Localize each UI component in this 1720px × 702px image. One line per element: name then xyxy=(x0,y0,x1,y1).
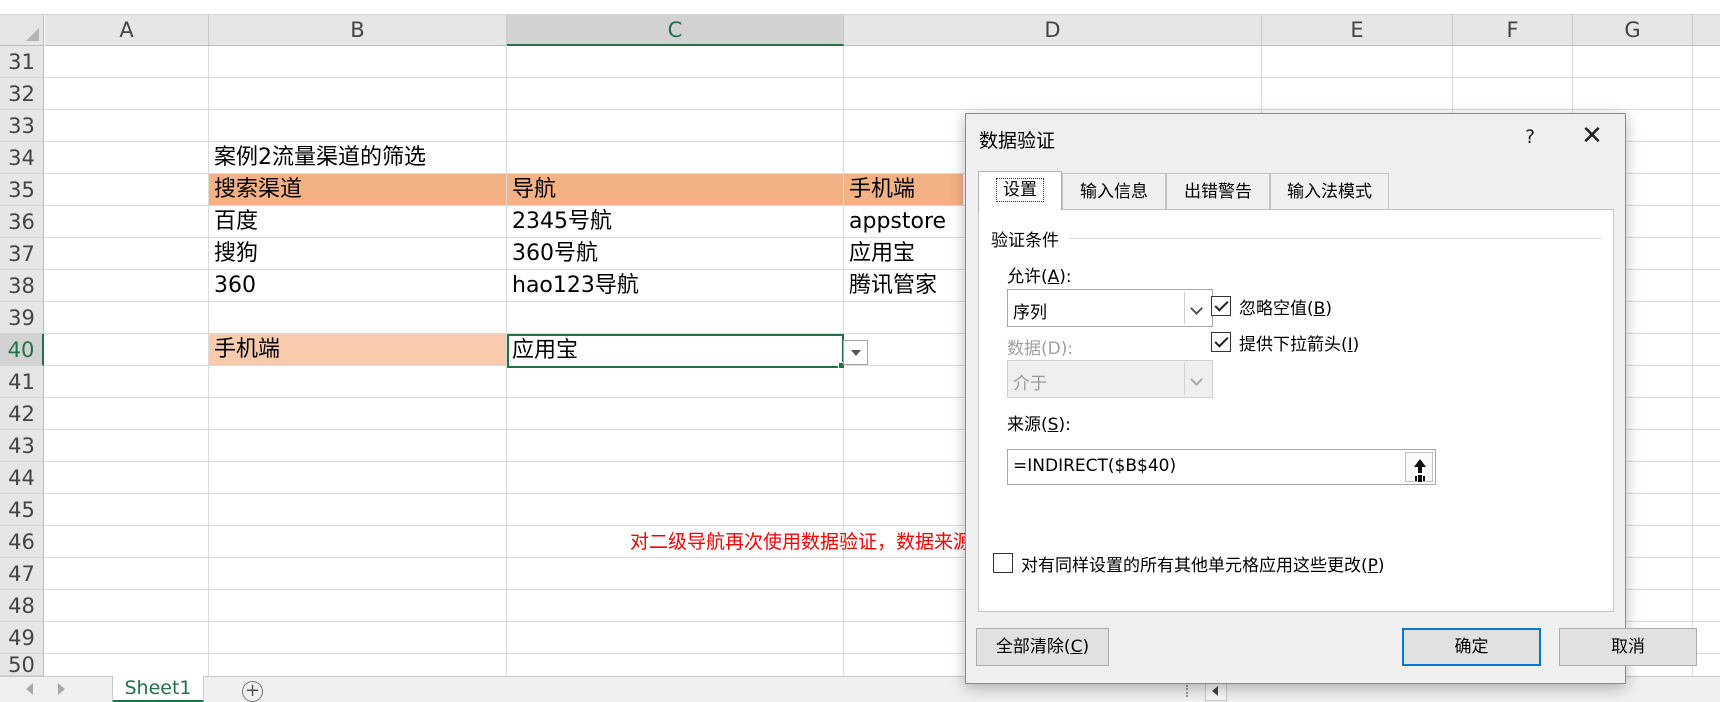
row-header[interactable]: 46 xyxy=(0,526,44,558)
tab-input-message[interactable]: 输入信息 xyxy=(1062,173,1166,210)
row-header[interactable]: 42 xyxy=(0,398,44,430)
cell-d38[interactable]: 腾讯管家 xyxy=(844,270,937,302)
cell-d35[interactable]: 手机端 xyxy=(844,174,915,206)
tab-error-alert[interactable]: 出错警告 xyxy=(1166,173,1270,210)
allow-label: 允许(A): xyxy=(1007,267,1072,287)
plus-circle-icon[interactable]: + xyxy=(242,681,263,702)
row-header[interactable]: 34 xyxy=(0,142,44,174)
tab-settings[interactable]: 设置 xyxy=(978,171,1062,210)
group-divider xyxy=(1069,238,1601,239)
clear-all-button[interactable]: 全部清除(C) xyxy=(976,628,1109,666)
row-header[interactable]: 32 xyxy=(0,78,44,110)
in-cell-dropdown-checkbox[interactable] xyxy=(1211,332,1231,352)
scroll-tabs-left-icon[interactable] xyxy=(26,683,33,695)
ignore-blank-label[interactable]: 忽略空值(B) xyxy=(1239,294,1332,319)
in-cell-dropdown-label[interactable]: 提供下拉箭头(I) xyxy=(1239,330,1359,355)
source-input-value: =INDIRECT($B$40) xyxy=(1013,456,1177,476)
data-label: 数据(D): xyxy=(1007,339,1074,359)
row-header[interactable]: 49 xyxy=(0,622,44,654)
row-header[interactable]: 36 xyxy=(0,206,44,238)
cell-c38[interactable]: hao123导航 xyxy=(507,270,639,302)
row-header[interactable]: 39 xyxy=(0,302,44,334)
column-header-f[interactable]: F xyxy=(1453,15,1573,46)
cell-b36[interactable]: 百度 xyxy=(209,206,258,238)
cell-c37[interactable]: 360号航 xyxy=(507,238,598,270)
settings-panel: 验证条件 允许(A): 序列 忽略空值(B) 提供下拉箭头(I) 数据(D): … xyxy=(978,209,1614,612)
cell-b38[interactable]: 360 xyxy=(209,270,256,302)
row-header[interactable]: 33 xyxy=(0,110,44,142)
chevron-down-icon xyxy=(1184,363,1210,395)
dialog-title: 数据验证 xyxy=(979,130,1056,152)
row-header[interactable]: 31 xyxy=(0,46,44,78)
cancel-button[interactable]: 取消 xyxy=(1559,628,1697,666)
help-icon[interactable]: ? xyxy=(1516,123,1544,151)
close-icon[interactable]: ✕ xyxy=(1578,123,1606,151)
column-header-d[interactable]: D xyxy=(844,15,1262,46)
row-header[interactable]: 48 xyxy=(0,590,44,622)
cell-b37[interactable]: 搜狗 xyxy=(209,238,258,270)
column-header-e[interactable]: E xyxy=(1262,15,1453,46)
scroll-tabs-right-icon[interactable] xyxy=(58,683,65,695)
validation-criteria-title: 验证条件 xyxy=(991,226,1063,251)
data-validation-dialog: 数据验证 ? ✕ 设置 输入信息 出错警告 输入法模式 验证条件 允许(A): … xyxy=(965,113,1697,684)
cell-c40[interactable]: 应用宝 xyxy=(507,335,578,367)
sheet-tab-sheet1[interactable]: Sheet1 xyxy=(112,676,204,702)
column-header-a[interactable]: A xyxy=(45,15,209,46)
cell-b34[interactable]: 案例2流量渠道的筛选 xyxy=(209,142,426,174)
cell-d36[interactable]: appstore xyxy=(844,206,946,238)
allow-select-value: 序列 xyxy=(1013,303,1047,323)
hscroll-left-button[interactable] xyxy=(1205,681,1227,701)
data-select: 介于 xyxy=(1007,360,1213,398)
allow-select[interactable]: 序列 xyxy=(1007,289,1213,327)
apply-all-label[interactable]: 对有同样设置的所有其他单元格应用这些更改(P) xyxy=(1021,551,1385,576)
select-all-button[interactable] xyxy=(0,15,44,46)
cell-d37[interactable]: 应用宝 xyxy=(844,238,915,270)
row-header[interactable]: 43 xyxy=(0,430,44,462)
row-header[interactable]: 38 xyxy=(0,270,44,302)
row-header[interactable]: 50 xyxy=(0,654,44,676)
tab-ime-mode[interactable]: 输入法模式 xyxy=(1270,173,1389,210)
column-header-g[interactable]: G xyxy=(1573,15,1693,46)
row-header[interactable]: 41 xyxy=(0,366,44,398)
row-header[interactable]: 35 xyxy=(0,174,44,206)
cell-b35[interactable]: 搜索渠道 xyxy=(209,174,302,206)
row-header[interactable]: 37 xyxy=(0,238,44,270)
column-header-b[interactable]: B xyxy=(209,15,507,46)
row-header[interactable]: 44 xyxy=(0,462,44,494)
cell-c35[interactable]: 导航 xyxy=(507,174,556,206)
data-select-value: 介于 xyxy=(1013,374,1047,394)
row-header[interactable]: 45 xyxy=(0,494,44,526)
cell-b40[interactable]: 手机端 xyxy=(209,334,280,366)
column-header-partial xyxy=(1693,15,1720,46)
collapse-range-icon[interactable] xyxy=(1405,452,1433,482)
row-header-selected[interactable]: 40 xyxy=(0,334,44,366)
validation-dropdown-arrow-icon[interactable] xyxy=(843,340,868,365)
apply-all-checkbox[interactable] xyxy=(993,553,1013,573)
scroll-split-grip[interactable] xyxy=(1186,685,1190,697)
row-header[interactable]: 47 xyxy=(0,558,44,590)
formula-bar-edge xyxy=(0,0,1720,15)
chevron-down-icon[interactable] xyxy=(1184,292,1210,324)
ignore-blank-checkbox[interactable] xyxy=(1211,296,1231,316)
column-header-c[interactable]: C xyxy=(507,15,844,46)
source-input[interactable]: =INDIRECT($B$40) xyxy=(1007,449,1436,485)
cell-c36[interactable]: 2345号航 xyxy=(507,206,612,238)
source-label: 来源(S): xyxy=(1007,415,1071,435)
ok-button[interactable]: 确定 xyxy=(1402,628,1541,666)
